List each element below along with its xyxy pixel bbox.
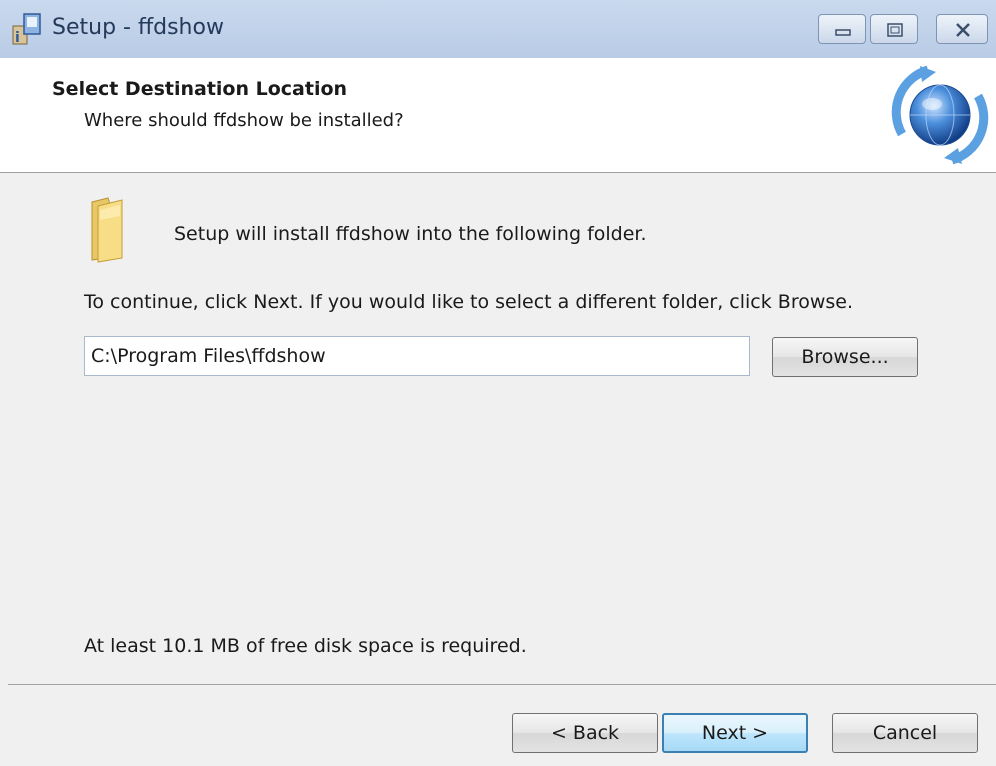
footer-divider xyxy=(8,684,996,685)
page-subtitle: Where should ffdshow be installed? xyxy=(84,110,404,131)
cancel-button[interactable]: Cancel xyxy=(832,713,978,753)
globe-refresh-icon xyxy=(884,60,996,170)
disk-space-text: At least 10.1 MB of free disk space is r… xyxy=(84,635,527,657)
intro-text: Setup will install ffdshow into the foll… xyxy=(174,223,647,245)
destination-path-input[interactable] xyxy=(84,336,750,376)
svg-text:i: i xyxy=(15,30,20,46)
back-button[interactable]: < Back xyxy=(512,713,658,753)
close-icon xyxy=(956,23,970,37)
close-button[interactable] xyxy=(936,14,988,44)
instructions-text: To continue, click Next. If you would li… xyxy=(84,291,854,313)
maximize-button[interactable] xyxy=(870,14,918,44)
minimize-button[interactable] xyxy=(818,14,866,44)
minimize-icon xyxy=(835,29,851,36)
wizard-header: Select Destination Location Where should… xyxy=(0,58,996,173)
folder-icon xyxy=(88,196,136,264)
browse-button[interactable]: Browse... xyxy=(772,337,918,377)
page-title: Select Destination Location xyxy=(52,78,348,100)
maximize-icon xyxy=(887,23,903,37)
setup-window: i Setup - ffdshow Select Destination Loc… xyxy=(0,0,996,766)
next-button[interactable]: Next > xyxy=(662,713,808,753)
window-title: Setup - ffdshow xyxy=(52,15,224,40)
title-bar[interactable]: i Setup - ffdshow xyxy=(0,0,996,59)
installer-icon: i xyxy=(10,12,44,46)
